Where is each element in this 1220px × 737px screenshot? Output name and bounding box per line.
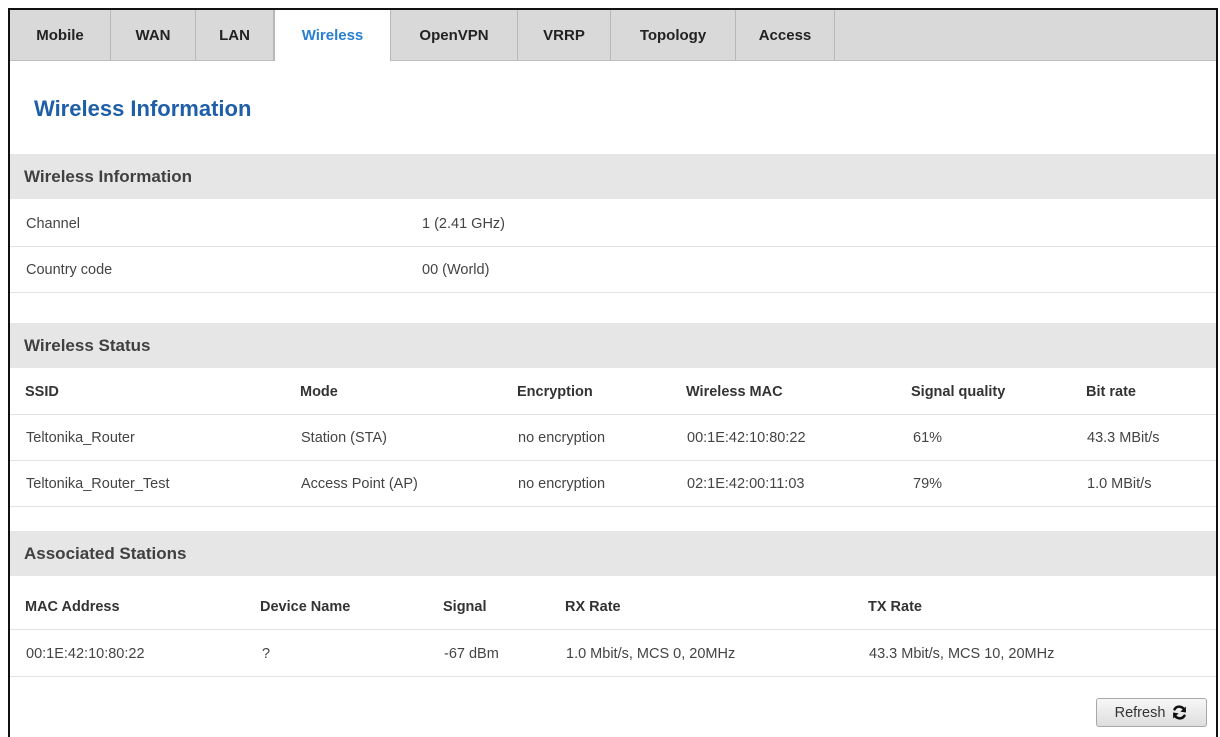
tab-bar: Mobile WAN LAN Wireless OpenVPN VRRP Top…: [10, 10, 1216, 61]
section-heading-wireless-status: Wireless Status: [10, 323, 1216, 368]
column-header: Wireless MAC: [686, 384, 783, 400]
section-heading-associated-stations: Associated Stations: [10, 531, 1216, 576]
table-row: Teltonika_Router Station (STA) no encryp…: [10, 415, 1216, 461]
column-header: Device Name: [260, 599, 351, 615]
signal-quality-cell: 61%: [913, 430, 943, 446]
column-header: Mode: [300, 384, 338, 400]
info-row-channel: Channel 1 (2.41 GHz): [10, 201, 1216, 247]
content-frame: Mobile WAN LAN Wireless OpenVPN VRRP Top…: [8, 8, 1218, 737]
column-header: Encryption: [517, 384, 593, 400]
section-heading-wireless-information: Wireless Information: [10, 154, 1216, 199]
refresh-button[interactable]: Refresh: [1096, 698, 1207, 727]
column-header: MAC Address: [25, 599, 120, 615]
tab-access[interactable]: Access: [736, 10, 835, 60]
mac-address-cell: 00:1E:42:10:80:22: [26, 646, 145, 662]
column-header: Signal: [443, 599, 487, 615]
column-header: Signal quality: [911, 384, 1006, 400]
ssid-cell: Teltonika_Router_Test: [26, 476, 170, 492]
tab-lan[interactable]: LAN: [196, 10, 274, 60]
info-row-country-code: Country code 00 (World): [10, 247, 1216, 293]
tx-rate-cell: 43.3 Mbit/s, MCS 10, 20MHz: [869, 646, 1055, 662]
stations-table-header: MAC Address Device Name Signal RX Rate T…: [10, 584, 1216, 630]
status-table-header: SSID Mode Encryption Wireless MAC Signal…: [10, 369, 1216, 415]
tab-vrrp[interactable]: VRRP: [518, 10, 611, 60]
mac-cell: 02:1E:42:00:11:03: [687, 476, 805, 492]
tab-wireless[interactable]: Wireless: [274, 10, 391, 61]
mode-cell: Access Point (AP): [301, 476, 418, 492]
column-header: TX Rate: [868, 599, 922, 615]
rx-rate-cell: 1.0 Mbit/s, MCS 0, 20MHz: [566, 646, 736, 662]
column-header: Bit rate: [1086, 384, 1136, 400]
tab-openvpn[interactable]: OpenVPN: [391, 10, 518, 60]
mac-cell: 00:1E:42:10:80:22: [687, 430, 806, 446]
encryption-cell: no encryption: [518, 476, 606, 492]
device-name-cell: ?: [262, 646, 271, 662]
tab-wan[interactable]: WAN: [111, 10, 196, 60]
info-value: 1 (2.41 GHz): [422, 216, 505, 232]
signal-quality-cell: 79%: [913, 476, 943, 492]
bit-rate-cell: 1.0 MBit/s: [1087, 476, 1152, 492]
info-label: Country code: [26, 262, 113, 278]
info-label: Channel: [26, 216, 81, 232]
tab-topology[interactable]: Topology: [611, 10, 736, 60]
signal-cell: -67 dBm: [444, 646, 499, 662]
info-value: 00 (World): [422, 262, 490, 278]
encryption-cell: no encryption: [518, 430, 606, 446]
bit-rate-cell: 43.3 MBit/s: [1087, 430, 1160, 446]
refresh-icon: [1171, 704, 1188, 721]
refresh-button-label: Refresh: [1114, 704, 1166, 721]
ssid-cell: Teltonika_Router: [26, 430, 135, 446]
column-header: SSID: [25, 384, 59, 400]
tab-mobile[interactable]: Mobile: [10, 10, 111, 60]
column-header: RX Rate: [565, 599, 621, 615]
table-row: Teltonika_Router_Test Access Point (AP) …: [10, 461, 1216, 507]
page-title: Wireless Information: [34, 96, 252, 121]
mode-cell: Station (STA): [301, 430, 387, 446]
table-row: 00:1E:42:10:80:22 ? -67 dBm 1.0 Mbit/s, …: [10, 631, 1216, 677]
